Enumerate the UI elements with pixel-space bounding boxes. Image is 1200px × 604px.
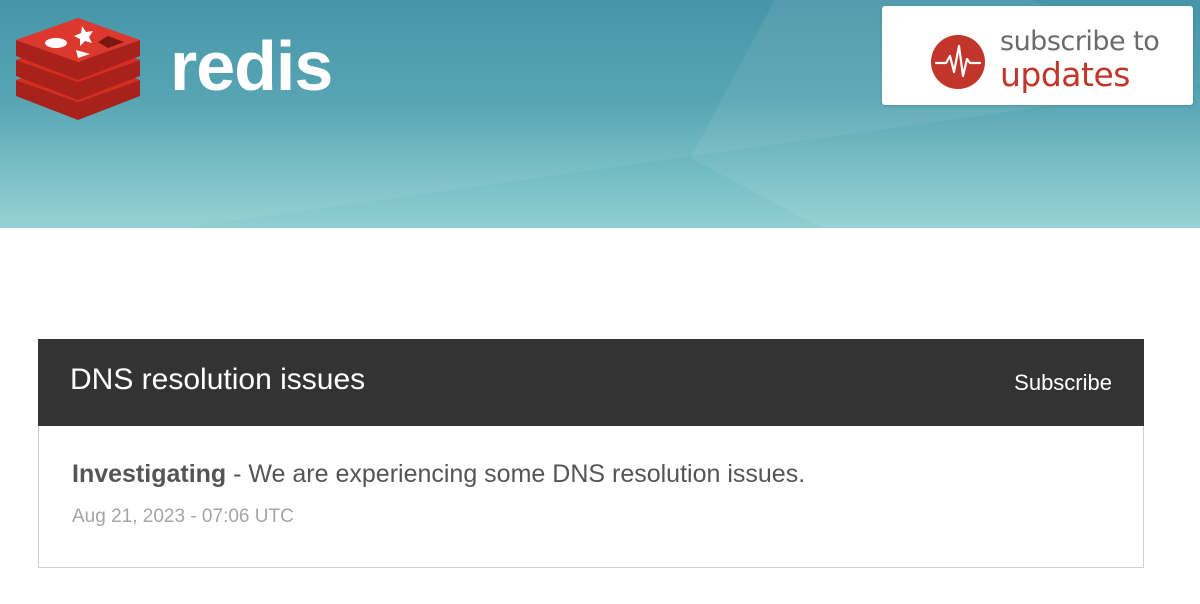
update-timestamp: Aug 21, 2023 - 07:06 UTC [72, 506, 294, 527]
incident-card: DNS resolution issues Subscribe Investig… [38, 339, 1144, 569]
updates-text: updates [1000, 55, 1130, 94]
subscribe-to-updates-button[interactable]: subscribe to updates [882, 6, 1193, 105]
incident-header: DNS resolution issues Subscribe [38, 339, 1144, 426]
update-message: We are experiencing some DNS resolution … [248, 460, 806, 488]
page-header: redis subscribe to updates [0, 0, 1200, 228]
update-status: Investigating [72, 460, 227, 488]
pulse-icon [931, 35, 985, 89]
incident-update: Investigating - We are experiencing some… [38, 426, 1144, 568]
redis-logo[interactable] [12, 16, 144, 126]
brand-wordmark: redis [170, 27, 333, 105]
subscribe-text: subscribe to [1000, 26, 1160, 57]
update-separator: - [226, 460, 249, 488]
incident-subscribe-link[interactable]: Subscribe [1014, 370, 1112, 396]
redis-logo-icon [16, 18, 140, 120]
incident-title: DNS resolution issues [70, 363, 366, 396]
update-text: Investigating - We are experiencing some… [72, 460, 805, 489]
